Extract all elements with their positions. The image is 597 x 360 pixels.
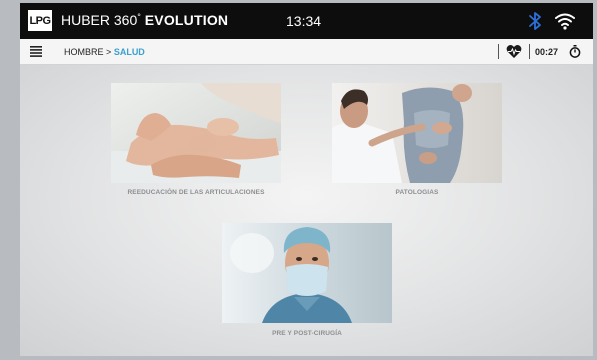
nav-divider: [498, 44, 499, 59]
app-screen: LPG HUBER 360° EVOLUTION 13:34 HOMBRE > …: [20, 3, 593, 356]
lpg-logo: LPG: [28, 10, 52, 31]
app-title: HUBER 360° EVOLUTION: [61, 12, 228, 28]
card-label: PRE Y POST-CIRUGÍA: [272, 330, 342, 337]
bluetooth-icon[interactable]: [528, 11, 542, 31]
card-pre-post-cirugia[interactable]: PRE Y POST-CIRUGÍA: [222, 223, 392, 341]
clock: 13:34: [286, 13, 322, 29]
content-area: REEDUCACIÓN DE LAS ARTICULACIONES PATOLO…: [20, 65, 593, 356]
wifi-icon[interactable]: [554, 12, 576, 30]
breadcrumb-separator: >: [106, 47, 112, 57]
card-label: PATOLOGIAS: [395, 189, 439, 196]
device-bezel: LPG HUBER 360° EVOLUTION 13:34 HOMBRE > …: [0, 0, 597, 360]
card-label: REEDUCACIÓN DE LAS ARTICULACIONES: [127, 189, 265, 196]
heart-rate-icon[interactable]: [506, 44, 522, 59]
pathologies-photo: [332, 83, 502, 183]
joints-photo: [111, 83, 281, 183]
session-timer: 00:27: [535, 47, 559, 57]
app-title-bold: EVOLUTION: [144, 12, 229, 28]
menu-icon[interactable]: [30, 46, 42, 57]
surgery-photo: [222, 223, 392, 323]
stopwatch-icon[interactable]: [569, 45, 581, 58]
card-reeducacion-articulaciones[interactable]: REEDUCACIÓN DE LAS ARTICULACIONES: [111, 83, 281, 201]
app-title-prefix: HUBER 360: [61, 12, 138, 28]
breadcrumb-current: SALUD: [113, 47, 145, 57]
top-status-bar: LPG HUBER 360° EVOLUTION 13:34: [20, 3, 593, 39]
navigation-bar: HOMBRE > SALUD 00:27: [20, 39, 593, 65]
nav-divider: [529, 44, 530, 59]
breadcrumb-parent[interactable]: HOMBRE: [64, 47, 104, 57]
card-patologias[interactable]: PATOLOGIAS: [332, 83, 502, 201]
breadcrumb: HOMBRE > SALUD: [64, 47, 145, 57]
app-title-degree: °: [137, 12, 141, 22]
